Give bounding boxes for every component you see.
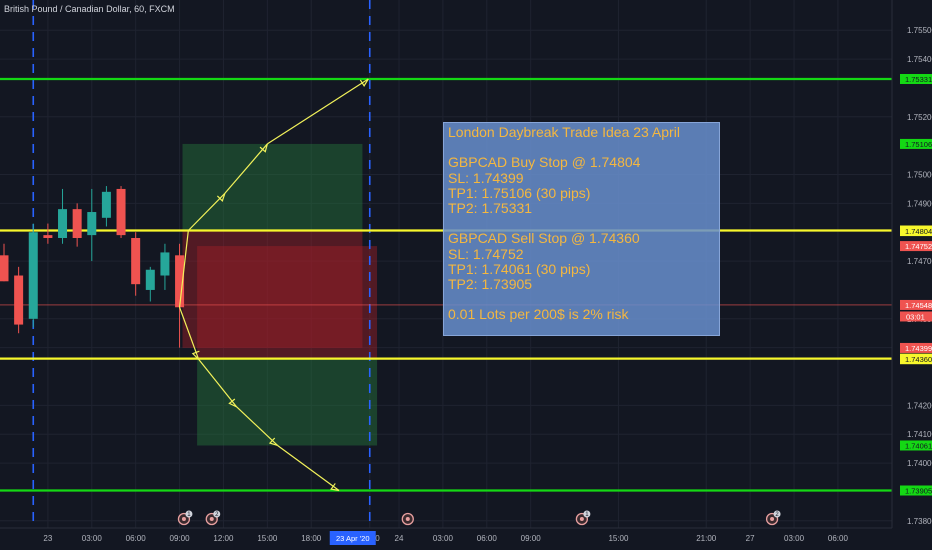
x-tick-label: 23 bbox=[43, 534, 52, 543]
x-tick-label: 27 bbox=[746, 534, 755, 543]
note-sell-header: GBPCAD Sell Stop @ 1.74360 bbox=[448, 230, 640, 247]
candle-body bbox=[145, 269, 155, 290]
event-dot bbox=[405, 517, 410, 521]
y-tick-label: 1.73800 bbox=[907, 517, 932, 526]
price-badge-label: 1.74804 bbox=[905, 227, 932, 236]
zone-sell-profit bbox=[197, 359, 378, 446]
zone-sell-loss bbox=[197, 246, 378, 360]
price-badge-label: 1.75106 bbox=[905, 140, 932, 149]
candle-body bbox=[116, 188, 126, 236]
candle-body bbox=[28, 232, 38, 319]
price-badge-label: 1.74061 bbox=[905, 441, 932, 450]
candle-body bbox=[14, 275, 24, 325]
price-badge-label: 1.74399 bbox=[905, 344, 932, 353]
note-buy-tp1: TP1: 1.75106 (30 pips) bbox=[448, 184, 591, 201]
x-tick-label: 06:00 bbox=[126, 534, 147, 543]
y-tick-label: 1.74900 bbox=[907, 199, 932, 208]
x-tick-label: 03:00 bbox=[82, 534, 103, 543]
x-tick-label: 03:00 bbox=[784, 534, 805, 543]
note-sell-tp1: TP1: 1.74061 (30 pips) bbox=[448, 260, 591, 277]
x-tick-label: 09:00 bbox=[521, 534, 542, 543]
event-dot bbox=[181, 517, 186, 521]
time-cursor-label: 23 Apr '20 bbox=[336, 534, 370, 543]
note-buy-sl: SL: 1.74399 bbox=[448, 169, 524, 186]
note-title: London Daybreak Trade Idea 23 April bbox=[448, 124, 680, 140]
candle-body bbox=[43, 235, 53, 239]
note-sell-tp2: TP2: 1.73905 bbox=[448, 276, 533, 292]
candle-body bbox=[72, 209, 82, 239]
candle-body bbox=[87, 212, 97, 236]
x-tick-label: 15:00 bbox=[608, 534, 629, 543]
x-tick-label: 06:00 bbox=[828, 534, 849, 543]
note-buy-header: GBPCAD Buy Stop @ 1.74804 bbox=[448, 154, 641, 171]
y-tick-label: 1.74000 bbox=[907, 459, 932, 468]
event-dot bbox=[770, 517, 775, 521]
note-buy-tp2: TP2: 1.75331 bbox=[448, 200, 533, 216]
price-badge-label: 1.73905 bbox=[905, 487, 932, 496]
x-tick-label: 24 bbox=[395, 534, 404, 543]
x-tick-label: 09:00 bbox=[170, 534, 191, 543]
price-badge-label: 1.74548 bbox=[905, 301, 932, 310]
y-tick-label: 1.74200 bbox=[907, 401, 932, 410]
trade-idea-note[interactable]: London Daybreak Trade Idea 23 April GBPC… bbox=[443, 122, 720, 336]
symbol-title: British Pound / Canadian Dollar, 60, FXC… bbox=[4, 4, 175, 14]
x-tick-label: 06:00 bbox=[477, 534, 498, 543]
x-tick-label: 18:00 bbox=[301, 534, 322, 543]
countdown-label: 03:01 bbox=[906, 312, 925, 321]
zone-buy-profit bbox=[182, 143, 363, 231]
candle-body bbox=[101, 191, 111, 218]
y-tick-label: 1.74700 bbox=[907, 257, 932, 266]
event-dot bbox=[579, 517, 584, 521]
candle-body bbox=[0, 255, 9, 282]
y-tick-label: 1.75200 bbox=[907, 113, 932, 122]
x-tick-label: 03:00 bbox=[433, 534, 454, 543]
candle-body bbox=[131, 238, 141, 285]
event-dot bbox=[209, 517, 214, 521]
y-tick-label: 1.74100 bbox=[907, 430, 932, 439]
x-tick-label: 15:00 bbox=[257, 534, 278, 543]
candle-body bbox=[160, 252, 170, 276]
candle-body bbox=[58, 209, 68, 239]
x-tick-label: 21:00 bbox=[696, 534, 717, 543]
price-badge-label: 1.74360 bbox=[905, 355, 932, 364]
price-badge-label: 1.75331 bbox=[905, 75, 932, 84]
y-tick-label: 1.75400 bbox=[907, 55, 932, 64]
price-badge-label: 1.74752 bbox=[905, 242, 932, 251]
y-tick-label: 1.75500 bbox=[907, 26, 932, 35]
note-risk: 0.01 Lots per 200$ is 2% risk bbox=[448, 306, 629, 323]
y-tick-label: 1.75000 bbox=[907, 171, 932, 180]
x-tick-label: 12:00 bbox=[213, 534, 234, 543]
note-sell-sl: SL: 1.74752 bbox=[448, 245, 524, 262]
